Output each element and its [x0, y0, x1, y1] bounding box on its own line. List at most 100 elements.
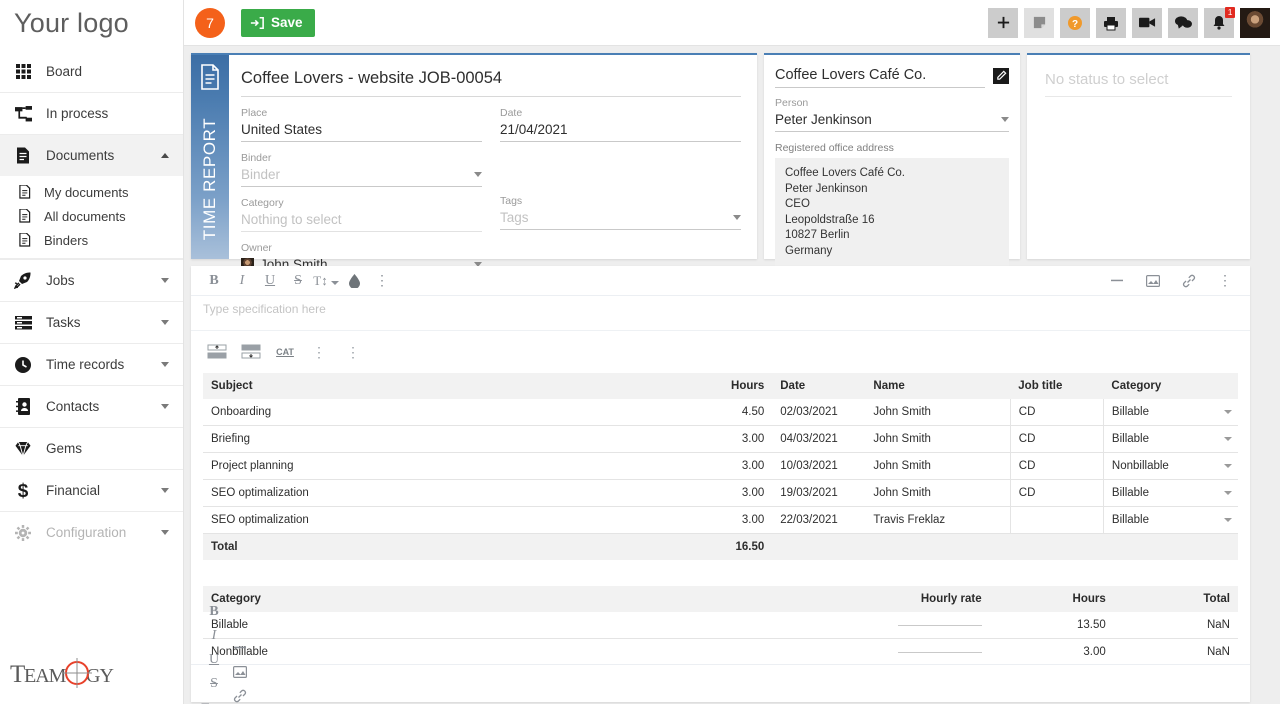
chevron-down-icon[interactable] — [161, 488, 169, 493]
cell-job-title[interactable]: CD — [1010, 453, 1103, 480]
chevron-down-icon[interactable] — [161, 530, 169, 535]
save-button[interactable]: Save — [241, 9, 315, 37]
tags-field[interactable]: Tags Tags — [500, 195, 741, 230]
chevron-down-icon[interactable] — [161, 404, 169, 409]
cell-name[interactable]: John Smith — [865, 453, 1010, 480]
cell-hourly-rate[interactable] — [845, 612, 990, 639]
cell-date[interactable]: 02/03/2021 — [772, 399, 865, 426]
text-size-button[interactable]: T↕ — [313, 269, 339, 293]
bell-icon[interactable]: 1 — [1204, 8, 1234, 38]
text-color-button[interactable] — [341, 269, 367, 293]
table-row[interactable]: Project planning3.0010/03/2021John Smith… — [203, 453, 1238, 480]
chevron-down-icon[interactable] — [474, 172, 482, 177]
cell-date[interactable]: 19/03/2021 — [772, 480, 865, 507]
italic-button[interactable]: I — [201, 624, 227, 648]
insert-image-button[interactable] — [1140, 269, 1166, 293]
bold-button[interactable]: B — [201, 269, 227, 293]
sidebar-subitem-binders[interactable]: Binders — [0, 228, 183, 252]
cell-subject[interactable]: SEO optimalization — [203, 480, 700, 507]
table-row[interactable]: SEO optimalization3.0019/03/2021John Smi… — [203, 480, 1238, 507]
category-button[interactable]: CAT — [273, 341, 297, 363]
cell-category[interactable]: Nonbillable — [1103, 453, 1238, 480]
cell-category[interactable]: Billable — [1103, 507, 1238, 534]
cell-job-title[interactable] — [1010, 507, 1103, 534]
note-icon[interactable] — [1024, 8, 1054, 38]
person-field[interactable]: Person Peter Jenkinson — [775, 97, 1009, 132]
summary-row[interactable]: Nonbillable3.00NaN — [203, 639, 1238, 666]
strikethrough-button[interactable]: S — [201, 672, 227, 696]
table-row[interactable]: Onboarding4.5002/03/2021John SmithCDBill… — [203, 399, 1238, 426]
insert-row-below-button[interactable] — [239, 341, 263, 363]
chevron-up-icon[interactable] — [161, 153, 169, 158]
sidebar-item-financial[interactable]: $Financial — [0, 469, 183, 511]
cell-hourly-rate[interactable] — [845, 639, 990, 666]
cell-category[interactable]: Billable — [1103, 399, 1238, 426]
collapse-button[interactable] — [1104, 269, 1130, 293]
cell-name[interactable]: John Smith — [865, 399, 1010, 426]
date-field[interactable]: Date 21/04/2021 — [500, 107, 741, 142]
collapse-button[interactable] — [227, 636, 253, 660]
underline-button[interactable]: U — [201, 648, 227, 672]
chevron-down-icon[interactable] — [1224, 464, 1232, 468]
sidebar-item-gems[interactable]: Gems — [0, 427, 183, 469]
video-icon[interactable] — [1132, 8, 1162, 38]
cell-subject[interactable]: SEO optimalization — [203, 507, 700, 534]
category-field[interactable]: Category Nothing to select — [241, 197, 482, 232]
more-options-button[interactable]: ⋮ — [369, 269, 395, 293]
cell-job-title[interactable]: CD — [1010, 399, 1103, 426]
sidebar-subitem-all-documents[interactable]: All documents — [0, 204, 183, 228]
sidebar-subitem-my-documents[interactable]: My documents — [0, 180, 183, 204]
cell-hours[interactable]: 3.00 — [700, 480, 772, 507]
underline-button[interactable]: U — [257, 269, 283, 293]
cell-name[interactable]: Travis Freklaz — [865, 507, 1010, 534]
cell-category[interactable]: Billable — [1103, 426, 1238, 453]
cell-hours[interactable]: 3.00 — [700, 453, 772, 480]
chevron-down-icon[interactable] — [1224, 410, 1232, 414]
italic-button[interactable]: I — [229, 269, 255, 293]
cell-hours[interactable]: 4.50 — [700, 399, 772, 426]
sidebar-item-in-process[interactable]: In process — [0, 92, 183, 134]
chevron-down-icon[interactable] — [161, 278, 169, 283]
table-row[interactable]: Briefing3.0004/03/2021John SmithCDBillab… — [203, 426, 1238, 453]
edit-company-button[interactable] — [993, 68, 1009, 84]
chevron-down-icon[interactable] — [1224, 518, 1232, 522]
place-field[interactable]: Place United States — [241, 107, 482, 142]
sidebar-item-board[interactable]: Board — [0, 50, 183, 92]
chevron-down-icon[interactable] — [1001, 117, 1009, 122]
status-select[interactable]: No status to select — [1045, 71, 1232, 97]
text-size-button[interactable]: T↕ — [201, 696, 227, 704]
help-icon[interactable]: ? — [1060, 8, 1090, 38]
cell-subject[interactable]: Project planning — [203, 453, 700, 480]
sidebar-item-configuration[interactable]: Configuration — [0, 511, 183, 553]
insert-link-button[interactable] — [227, 684, 253, 704]
chevron-down-icon[interactable] — [331, 281, 339, 285]
user-avatar[interactable] — [1240, 8, 1270, 38]
chevron-down-icon[interactable] — [733, 215, 741, 220]
more-options-button[interactable]: ⋮ — [1212, 269, 1238, 293]
table-row[interactable]: SEO optimalization3.0022/03/2021Travis F… — [203, 507, 1238, 534]
sidebar-item-jobs[interactable]: Jobs — [0, 259, 183, 301]
cell-name[interactable]: John Smith — [865, 480, 1010, 507]
cell-hours[interactable]: 3.00 — [700, 507, 772, 534]
cell-subject[interactable]: Onboarding — [203, 399, 700, 426]
row-options-button[interactable]: ⋮ — [307, 341, 331, 363]
cell-date[interactable]: 22/03/2021 — [772, 507, 865, 534]
cell-category[interactable]: Billable — [1103, 480, 1238, 507]
add-icon[interactable] — [988, 8, 1018, 38]
sidebar-item-time-records[interactable]: Time records — [0, 343, 183, 385]
pending-count-badge[interactable]: 7 — [195, 8, 225, 38]
cell-job-title[interactable]: CD — [1010, 426, 1103, 453]
company-name-select[interactable]: Coffee Lovers Café Co. — [775, 67, 985, 88]
chat-icon[interactable] — [1168, 8, 1198, 38]
chevron-down-icon[interactable] — [161, 320, 169, 325]
chevron-down-icon[interactable] — [1224, 437, 1232, 441]
cell-date[interactable]: 04/03/2021 — [772, 426, 865, 453]
sidebar-item-documents[interactable]: Documents — [0, 134, 183, 176]
cell-job-title[interactable]: CD — [1010, 480, 1103, 507]
print-icon[interactable] — [1096, 8, 1126, 38]
cell-name[interactable]: John Smith — [865, 426, 1010, 453]
chevron-down-icon[interactable] — [1224, 491, 1232, 495]
cell-subject[interactable]: Briefing — [203, 426, 700, 453]
specification-input[interactable]: Type specification here — [191, 296, 1250, 331]
summary-row[interactable]: Billable13.50NaN — [203, 612, 1238, 639]
